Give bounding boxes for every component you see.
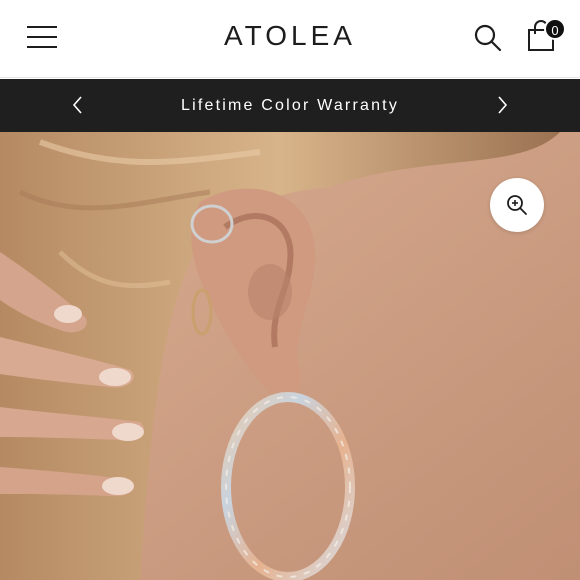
chevron-right-icon[interactable] <box>490 93 514 117</box>
zoom-button[interactable] <box>490 178 544 232</box>
cart-count-badge: 0 <box>544 18 566 40</box>
search-icon[interactable] <box>472 22 504 54</box>
cart-button[interactable]: 0 <box>524 18 566 58</box>
site-header: ATOLEA 0 <box>0 0 580 78</box>
zoom-in-icon <box>507 195 527 215</box>
announcement-bar: Lifetime Color Warranty <box>0 79 580 132</box>
